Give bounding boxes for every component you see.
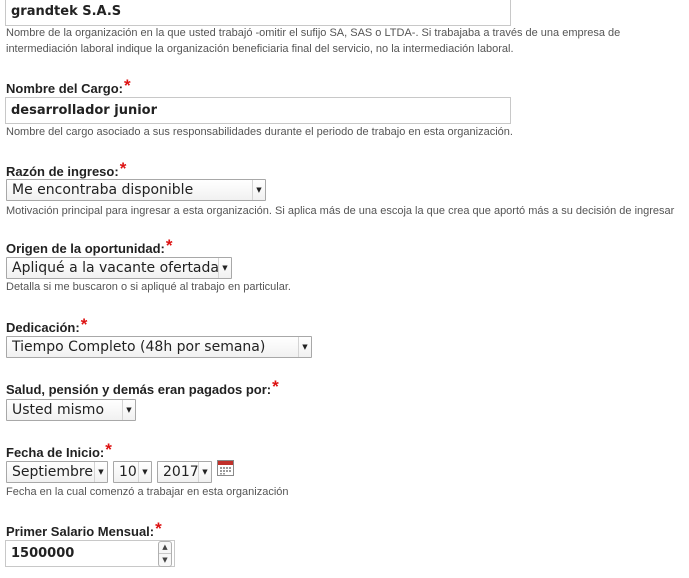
required-mark: * — [272, 377, 279, 396]
required-mark: * — [165, 236, 173, 255]
salud-selected-value: Usted mismo — [12, 402, 105, 418]
origen-selected-value: Apliqué a la vacante ofertada — [12, 260, 218, 276]
spin-down-icon[interactable]: ▼ — [159, 553, 171, 566]
fecha-day-select[interactable]: 10 ▼ — [113, 461, 152, 483]
required-mark: * — [80, 315, 88, 334]
chevron-down-icon: ▼ — [138, 462, 151, 482]
chevron-down-icon: ▼ — [122, 400, 135, 420]
organization-help: Nombre de la organización en la que uste… — [6, 27, 621, 55]
razon-select[interactable]: Me encontraba disponible ▼ — [6, 179, 266, 201]
spin-up-icon[interactable]: ▲ — [159, 542, 171, 554]
chevron-down-icon: ▼ — [252, 180, 265, 200]
origen-help: Detalla si me buscaron o si apliqué al t… — [6, 281, 291, 293]
required-mark: * — [124, 76, 131, 95]
calendar-icon[interactable] — [217, 459, 235, 477]
salario-input[interactable]: 1500000 ▲ ▼ — [5, 540, 175, 567]
fecha-month-value: Septiembre — [12, 464, 93, 480]
cargo-label: Nombre del Cargo:* — [6, 76, 131, 96]
fecha-year-select[interactable]: 2017 ▼ — [157, 461, 212, 483]
salario-value: 1500000 — [11, 546, 75, 561]
required-mark: * — [119, 159, 127, 178]
cargo-value: desarrollador junior — [11, 103, 158, 118]
razon-selected-value: Me encontraba disponible — [12, 182, 194, 198]
origen-label: Origen de la oportunidad:* — [6, 236, 173, 256]
cargo-help: Nombre del cargo asociado a sus responsa… — [6, 126, 513, 138]
chevron-down-icon: ▼ — [298, 337, 311, 357]
salario-label: Primer Salario Mensual:* — [6, 519, 162, 539]
chevron-down-icon: ▼ — [94, 462, 107, 482]
required-mark: * — [155, 519, 162, 538]
fecha-month-select[interactable]: Septiembre ▼ — [6, 461, 108, 483]
chevron-down-icon: ▼ — [218, 258, 231, 278]
origen-select[interactable]: Apliqué a la vacante ofertada ▼ — [6, 257, 232, 279]
salud-label: Salud, pensión y demás eran pagados por:… — [6, 377, 279, 397]
cargo-input[interactable]: desarrollador junior — [5, 97, 511, 124]
fecha-year-value: 2017 — [163, 464, 198, 480]
organization-input[interactable]: grandtek S.A.S — [5, 0, 511, 26]
salario-stepper[interactable]: ▲ ▼ — [158, 540, 172, 567]
razon-label: Razón de ingreso:* — [6, 159, 127, 179]
salud-select[interactable]: Usted mismo ▼ — [6, 399, 136, 421]
fecha-label: Fecha de Inicio:* — [6, 440, 112, 460]
chevron-down-icon: ▼ — [198, 462, 211, 482]
razon-help: Motivación principal para ingresar a est… — [6, 205, 675, 217]
dedicacion-select[interactable]: Tiempo Completo (48h por semana) ▼ — [6, 336, 312, 358]
required-mark: * — [105, 440, 112, 459]
fecha-help: Fecha en la cual comenzó a trabajar en e… — [6, 486, 289, 498]
dedicacion-selected-value: Tiempo Completo (48h por semana) — [12, 339, 266, 355]
dedicacion-label: Dedicación:* — [6, 315, 88, 335]
organization-value: grandtek S.A.S — [11, 4, 122, 19]
fecha-day-value: 10 — [119, 464, 137, 480]
